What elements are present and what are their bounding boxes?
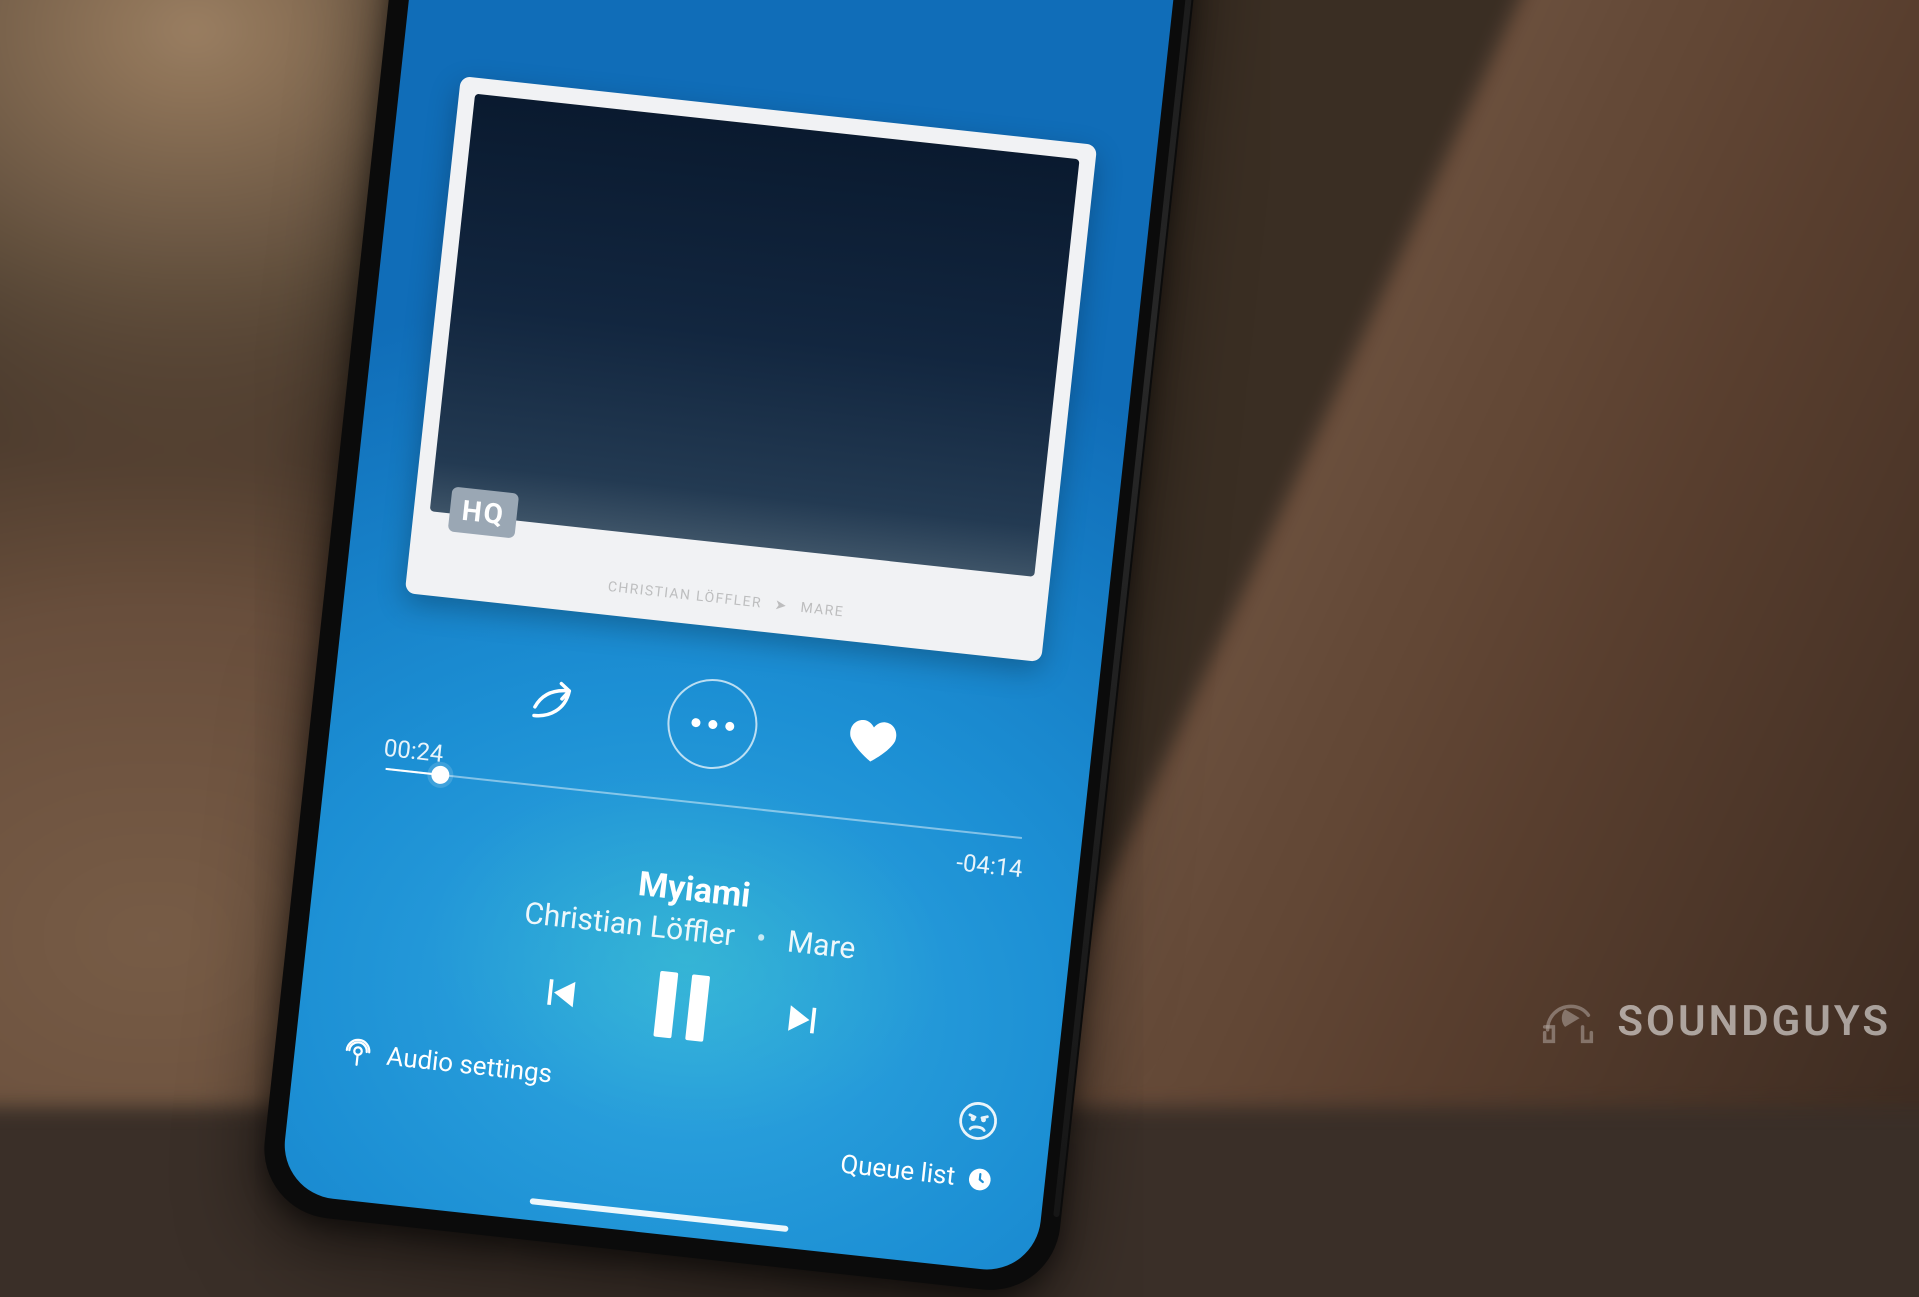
audio-settings-label: Audio settings: [385, 1042, 554, 1090]
phone-screen: HQ CHRISTIAN LÖFFLER ➤ MARE: [279, 0, 1203, 1275]
favorite-button[interactable]: [839, 708, 905, 774]
soundguys-logo-icon: [1533, 986, 1603, 1056]
remaining-time: -04:14: [955, 848, 1024, 883]
more-options-button[interactable]: [663, 674, 762, 773]
previous-button[interactable]: [535, 969, 583, 1017]
home-indicator[interactable]: [530, 1198, 789, 1232]
cast-icon: [341, 1037, 374, 1070]
share-icon: [524, 678, 581, 735]
queue-label: Queue list: [839, 1149, 957, 1191]
soundguys-watermark: SOUNDGUYS: [1533, 986, 1891, 1056]
action-row: [330, 638, 1095, 810]
next-track-icon: [780, 995, 828, 1043]
more-icon: [691, 717, 735, 731]
caption-separator-icon: ➤: [774, 597, 789, 614]
elapsed-time: 00:24: [382, 734, 444, 768]
angry-face-icon: [955, 1098, 1001, 1144]
album-caption-artist: CHRISTIAN LÖFFLER: [607, 579, 763, 612]
pause-icon: [653, 971, 678, 1039]
pause-button[interactable]: [653, 971, 710, 1042]
album-art-image: [430, 94, 1080, 577]
track-album: Mare: [785, 924, 857, 966]
progress-thumb[interactable]: [430, 765, 450, 785]
clock-icon: [965, 1165, 994, 1194]
share-button[interactable]: [519, 674, 585, 740]
album-art-card[interactable]: HQ CHRISTIAN LÖFFLER ➤ MARE: [405, 76, 1097, 662]
heart-icon: [843, 712, 903, 772]
previous-track-icon: [535, 969, 583, 1017]
meta-separator: •: [754, 921, 768, 957]
dislike-button[interactable]: [955, 1098, 1001, 1144]
audio-settings-button[interactable]: Audio settings: [341, 1037, 553, 1090]
queue-list-button[interactable]: Queue list: [839, 1149, 995, 1195]
next-button[interactable]: [780, 995, 828, 1043]
album-art-caption: CHRISTIAN LÖFFLER ➤ MARE: [407, 557, 1045, 642]
watermark-text: SOUNDGUYS: [1617, 997, 1891, 1046]
quality-badge: HQ: [448, 487, 520, 539]
album-caption-album: MARE: [800, 600, 845, 621]
